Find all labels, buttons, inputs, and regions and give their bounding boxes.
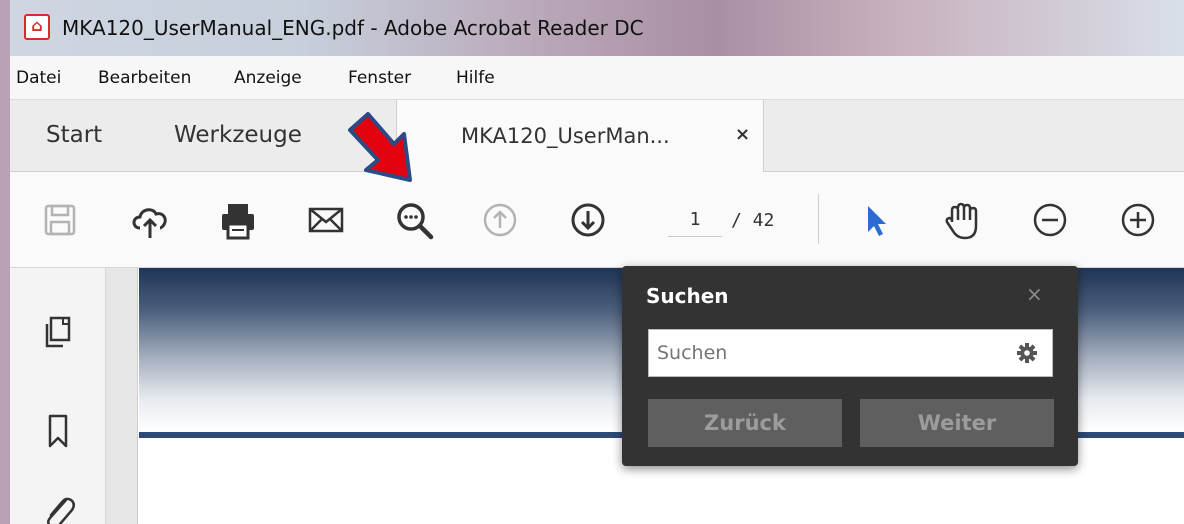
print-icon[interactable] — [214, 196, 262, 244]
menu-hilfe[interactable]: Hilfe — [456, 68, 495, 88]
bookmark-icon[interactable] — [36, 408, 80, 452]
search-input[interactable] — [648, 329, 1053, 377]
window-title: MKA120_UserManual_ENG.pdf - Adobe Acroba… — [62, 16, 644, 40]
find-icon[interactable] — [390, 196, 438, 244]
search-back-button[interactable]: Zurück — [648, 399, 842, 447]
select-arrow-icon[interactable] — [852, 196, 900, 244]
search-popup: Suchen × Zurück Weiter — [622, 266, 1078, 466]
tab-werkzeuge[interactable]: Werkzeuge — [174, 122, 302, 148]
navigation-pane — [10, 268, 106, 524]
toolbar: 1 / 42 — [10, 172, 1184, 268]
close-tab-button[interactable]: × — [735, 124, 750, 145]
menu-datei[interactable]: Datei — [16, 68, 61, 88]
annotation-arrow-icon — [348, 112, 412, 182]
search-next-button[interactable]: Weiter — [860, 399, 1054, 447]
zoom-out-icon[interactable] — [1026, 196, 1074, 244]
menu-bar: Datei Bearbeiten Anzeige Fenster Hilfe — [10, 56, 1184, 100]
menu-anzeige[interactable]: Anzeige — [234, 68, 302, 88]
tab-document[interactable]: MKA120_UserMan... × — [396, 100, 764, 173]
page-thumbnails-icon[interactable] — [36, 310, 80, 354]
pane-splitter[interactable] — [106, 268, 138, 524]
hand-tool-icon[interactable] — [938, 196, 986, 244]
tab-start[interactable]: Start — [46, 122, 102, 148]
acrobat-reader-icon: ⌂ — [24, 14, 50, 40]
save-icon[interactable] — [36, 196, 84, 244]
attachment-icon[interactable] — [36, 488, 80, 524]
tab-document-label: MKA120_UserMan... — [461, 124, 670, 148]
zoom-in-icon[interactable] — [1114, 196, 1162, 244]
window-frame — [0, 56, 10, 524]
menu-bearbeiten[interactable]: Bearbeiten — [98, 68, 191, 88]
search-title: Suchen — [646, 284, 729, 308]
gear-icon[interactable] — [1016, 342, 1038, 364]
close-search-button[interactable]: × — [1026, 282, 1043, 306]
page-down-icon[interactable] — [564, 196, 612, 244]
cloud-upload-icon[interactable] — [126, 196, 174, 244]
page-up-icon[interactable] — [476, 196, 524, 244]
page-total: / 42 — [731, 210, 775, 231]
toolbar-divider — [818, 194, 819, 244]
window-title-bar: ⌂ MKA120_UserManual_ENG.pdf - Adobe Acro… — [0, 0, 1184, 56]
tab-bar: Start Werkzeuge MKA120_UserMan... × — [10, 100, 1184, 173]
page-number-field[interactable]: 1 — [668, 205, 722, 237]
menu-fenster[interactable]: Fenster — [348, 68, 411, 88]
email-icon[interactable] — [302, 196, 350, 244]
